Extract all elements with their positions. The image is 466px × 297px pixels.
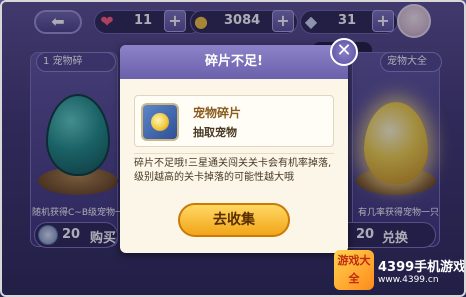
item-description: 抽取宠物 bbox=[193, 126, 237, 139]
item-name: 宠物碎片 bbox=[193, 106, 242, 120]
insufficient-fragments-dialog: 碎片不足! 宠物碎片 抽取宠物 碎片不足哦!三星通关闯关关卡会有机率掉落,级别越… bbox=[120, 45, 348, 253]
divider bbox=[134, 153, 334, 154]
watermark-site-name: 4399手机游戏 bbox=[378, 260, 466, 275]
item-info-box: 宠物碎片 抽取宠物 bbox=[134, 95, 334, 147]
watermark-url: www.4399.cn bbox=[378, 275, 439, 285]
pet-fragment-icon bbox=[141, 103, 179, 141]
watermark-logo: 游戏大全 bbox=[334, 250, 374, 290]
dialog-message: 碎片不足哦!三星通关闯关关卡会有机率掉落,级别越高的关卡掉落的可能性越大哦 bbox=[134, 158, 332, 183]
fragment-orb-icon bbox=[151, 113, 169, 131]
go-collect-button[interactable]: 去收集 bbox=[178, 203, 290, 237]
close-dialog-button[interactable]: ✕ bbox=[330, 38, 358, 66]
dialog-title: 碎片不足! bbox=[120, 45, 348, 79]
close-icon: ✕ bbox=[336, 40, 352, 61]
site-watermark: 游戏大全 4399手机游戏 www.4399.cn bbox=[332, 248, 466, 295]
game-screen: ⬅ ❤ 11 + ● 3084 + ◆ 31 + 任务 1 宠物碎 随机获得C~… bbox=[0, 0, 466, 297]
